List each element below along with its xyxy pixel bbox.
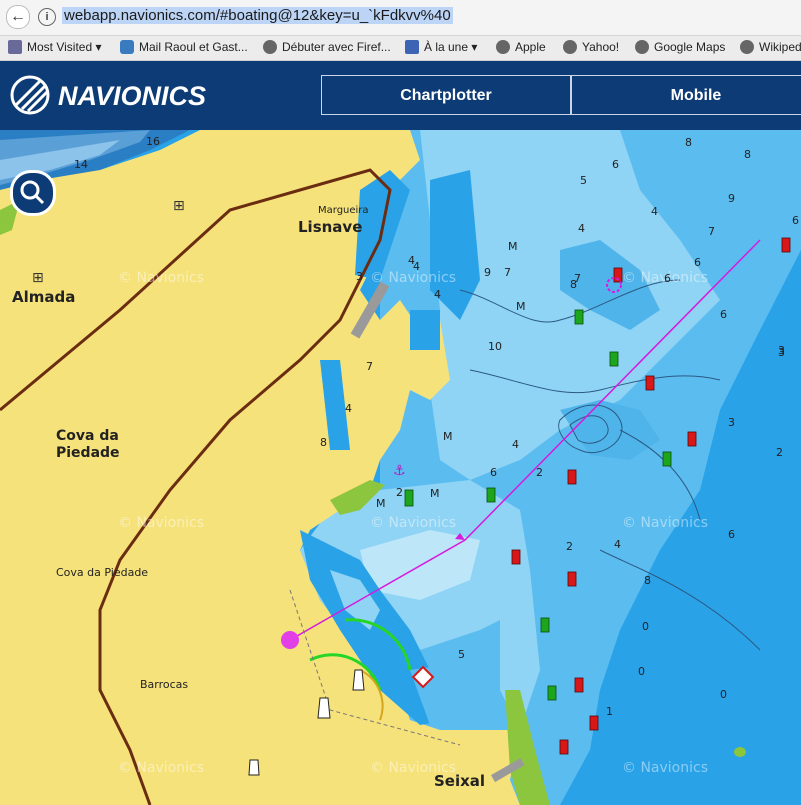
bookmark-yahoo[interactable]: Yahoo! [563,40,619,54]
depth-sounding: 4 [614,538,621,551]
watermark: © Navionics [118,270,204,286]
depth-sounding: 3 [356,270,363,283]
mobile-button[interactable]: Mobile [571,75,801,115]
watermark: © Navionics [118,515,204,531]
depth-sounding: 6 [728,528,735,541]
place-label-lisnave: Lisnave [298,218,363,236]
place-label-barrocas: Barrocas [140,678,189,691]
site-header: NAVIONICS Chartplotter Mobile [0,61,801,130]
depth-sounding: 9 [484,266,491,279]
depth-sounding: 6 [720,308,727,321]
depth-sounding: 2 [776,446,783,459]
bookmark-mail[interactable]: Mail Raoul et Gast... [120,40,248,54]
watermark: © Navionics [622,760,708,776]
depth-sounding: 8 [744,148,751,161]
globe-icon [635,40,649,54]
bookmark-firefox[interactable]: Débuter avec Firef... [263,40,391,54]
bookmark-a-la-une[interactable]: À la une ▾ [405,40,477,54]
depth-sounding: M [508,240,518,253]
bookmark-wikipedia[interactable]: Wikiped [740,40,801,54]
depth-sounding: 5 [580,174,587,187]
bookmark-google-maps[interactable]: Google Maps [635,40,725,54]
depth-sounding: M [376,497,386,510]
depth-sounding: 0 [638,665,645,678]
chart-canvas: ⚓ ⊞ ⊞ [0,130,801,805]
info-icon[interactable]: i [38,8,56,26]
depth-sounding: 0 [642,620,649,633]
navionics-logo-text[interactable]: NAVIONICS [58,81,206,112]
depth-sounding: M [430,487,440,500]
nautical-chart-map[interactable]: ⚓ ⊞ ⊞ Margueira Lisnave Almada Cova da P… [0,130,801,805]
bookmarks-toolbar: Most Visited ▾ Mail Raoul et Gast... Déb… [0,36,801,61]
depth-sounding: 1 [606,705,613,718]
url-field[interactable]: webapp.navionics.com/#boating@12&key=u_`… [62,7,453,24]
depth-sounding: 6 [612,158,619,171]
search-button[interactable] [10,170,56,216]
depth-sounding: 2 [396,486,403,499]
place-label-piedade: Piedade [56,445,120,461]
depth-sounding: 10 [488,340,502,353]
depth-sounding: M [443,430,453,443]
depth-sounding: 16 [146,135,160,148]
depth-sounding: 2 [536,466,543,479]
browser-url-bar: ← i webapp.navionics.com/#boating@12&key… [0,0,801,36]
globe-icon [740,40,754,54]
watermark: © Navionics [370,760,456,776]
navionics-logo-icon [10,75,50,115]
bookmark-most-visited[interactable]: Most Visited ▾ [8,40,102,54]
svg-text:⊞: ⊞ [32,270,44,286]
depth-sounding: 6 [694,256,701,269]
watermark: © Navionics [370,515,456,531]
depth-sounding: 2 [566,540,573,553]
depth-sounding: 6 [664,272,671,285]
depth-sounding: 4 [434,288,441,301]
watermark: © Navionics [118,760,204,776]
search-icon [20,180,45,205]
depth-sounding: 0 [720,688,727,701]
rss-icon [405,40,419,54]
place-label-margueira: Margueira [318,205,369,216]
depth-sounding: 4 [651,205,658,218]
depth-sounding: 3 [778,344,785,357]
depth-sounding: 8 [644,574,651,587]
depth-sounding: 6 [490,466,497,479]
chartplotter-button[interactable]: Chartplotter [321,75,571,115]
depth-sounding: 6 [792,214,799,227]
watermark: © Navionics [622,515,708,531]
depth-sounding: M [516,300,526,313]
place-label-almada: Almada [12,288,76,306]
depth-sounding: 7 [504,266,511,279]
svg-text:⊞: ⊞ [173,198,185,214]
place-label-cova-da: Cova da [56,428,119,444]
bookmark-apple[interactable]: Apple [496,40,546,54]
depth-sounding: 5 [458,648,465,661]
depth-sounding: 7 [366,360,373,373]
folder-icon [8,40,22,54]
depth-sounding: 4 [512,438,519,451]
depth-sounding: 8 [685,136,692,149]
depth-sounding: 3 [728,416,735,429]
depth-sounding: 4 [578,222,585,235]
depth-sounding: 8 [570,278,577,291]
mail-icon [120,40,134,54]
depth-sounding: 14 [74,158,88,171]
globe-icon [563,40,577,54]
globe-icon [263,40,277,54]
depth-sounding: 9 [728,192,735,205]
svg-text:⚓: ⚓ [393,463,406,479]
back-arrow-icon[interactable]: ← [6,5,30,29]
depth-sounding: 4 [345,402,352,415]
place-label-cova-da-piedade: Cova da Piedade [56,566,149,579]
depth-sounding: 4 [413,260,420,273]
depth-sounding: 7 [708,225,715,238]
depth-sounding: 8 [320,436,327,449]
globe-icon [496,40,510,54]
